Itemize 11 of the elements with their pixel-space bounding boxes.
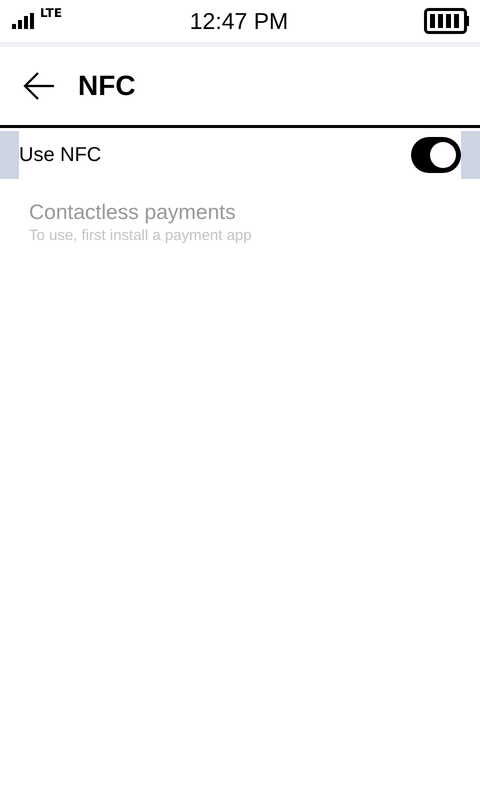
signal-icon: [12, 13, 36, 29]
setting-label: Use NFC: [19, 144, 102, 166]
setting-label: Contactless payments: [29, 201, 237, 225]
battery-icon: [424, 8, 470, 34]
back-arrow-icon[interactable]: [22, 71, 56, 101]
page-title: NFC: [78, 70, 136, 102]
toggle-switch[interactable]: [411, 137, 461, 173]
network-label: LTE: [40, 7, 62, 19]
setting-summary: To use, first install a payment app: [29, 227, 253, 244]
setting-row[interactable]: Use NFC: [0, 131, 480, 179]
clock: 12:47 PM: [190, 8, 288, 34]
